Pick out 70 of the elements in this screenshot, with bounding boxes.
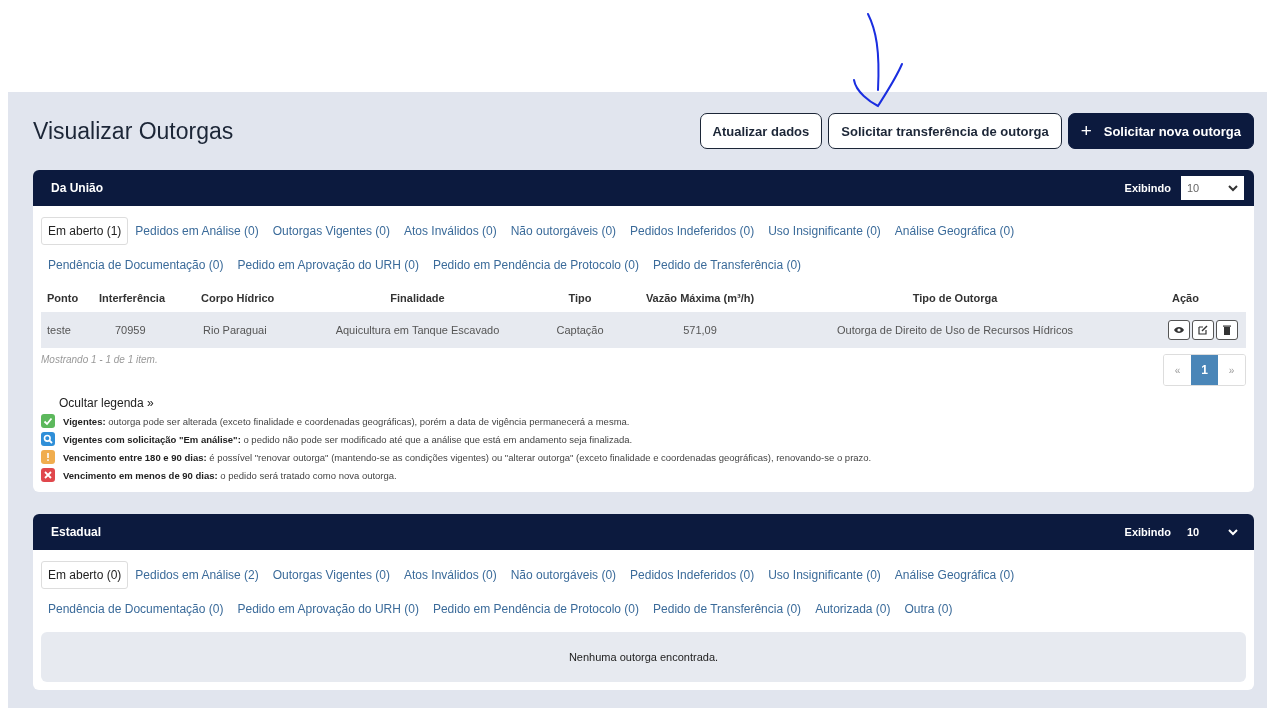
- tab[interactable]: Pedido em Pendência de Protocolo (0): [425, 595, 647, 623]
- tab[interactable]: Pedido em Aprovação do URH (0): [230, 595, 426, 623]
- new-request-button[interactable]: + Solicitar nova outorga: [1067, 113, 1254, 149]
- table-cell: Rio Paraguai: [195, 312, 290, 348]
- edit-button[interactable]: [1192, 320, 1214, 340]
- legend-toggle-link[interactable]: Ocultar legenda »: [59, 396, 1246, 410]
- table-cell: 70959: [93, 312, 195, 348]
- legend-text: Vigentes com solicitação "Em análise": o pedido não pode ser modificado até que a análise que está em andamento seja finalizada.: [63, 433, 633, 445]
- section-title: Da União: [51, 181, 103, 195]
- tab[interactable]: Outra (0): [897, 595, 960, 623]
- column-header: Ação: [1171, 291, 1200, 306]
- tab[interactable]: Análise Geográfica (0): [887, 217, 1022, 245]
- tab[interactable]: Análise Geográfica (0): [887, 561, 1022, 589]
- legend-text: Vencimento em menos de 90 dias: o pedido será tratado como nova outorga.: [63, 469, 397, 481]
- table-cell: 571,09: [615, 312, 785, 348]
- edit-icon: [1197, 324, 1209, 336]
- tab[interactable]: Não outorgáveis (0): [503, 217, 624, 245]
- column-header: Tipo de Outorga: [911, 291, 999, 306]
- tab[interactable]: Pedidos em Análise (2): [128, 561, 266, 589]
- tab[interactable]: Pendência de Documentação (0): [41, 595, 231, 623]
- tab[interactable]: Não outorgáveis (0): [503, 561, 624, 589]
- show-label: Exibindo: [1124, 182, 1171, 194]
- tab[interactable]: Outorgas Vigentes (0): [265, 217, 397, 245]
- column-header: Finalidade: [389, 291, 446, 306]
- show-label: Exibindo: [1124, 526, 1171, 538]
- results-summary: Mostrando 1 - 1 de 1 item.: [41, 354, 158, 365]
- tab[interactable]: Pedido de Transferência (0): [646, 595, 809, 623]
- section-title: Estadual: [51, 525, 101, 539]
- column-header: Corpo Hídrico: [200, 291, 276, 306]
- tab[interactable]: Pedido em Pendência de Protocolo (0): [425, 251, 647, 279]
- tab[interactable]: Outorgas Vigentes (0): [265, 561, 397, 589]
- column-header: Interferência: [98, 291, 167, 306]
- action-button[interactable]: Solicitar transferência de outorga: [828, 113, 1062, 149]
- empty-message: Nenhuma outorga encontrada.: [41, 632, 1246, 682]
- search-icon: [41, 432, 55, 446]
- tab[interactable]: Uso Insignificante (0): [761, 217, 888, 245]
- delete-button[interactable]: [1216, 320, 1238, 340]
- tab[interactable]: Pedido em Aprovação do URH (0): [230, 251, 426, 279]
- tab[interactable]: Atos Inválidos (0): [396, 561, 504, 589]
- page-size-select[interactable]: 10: [1181, 176, 1244, 200]
- page-title: Visualizar Outorgas: [33, 117, 234, 145]
- column-header: Tipo: [567, 291, 593, 306]
- eye-icon: [1173, 324, 1185, 336]
- table-cell: Aquicultura em Tanque Escavado: [290, 312, 545, 348]
- check-icon: [41, 414, 55, 428]
- page-button[interactable]: 1: [1191, 355, 1218, 385]
- legend-text: Vencimento entre 180 e 90 dias: é possível "renovar outorga" (mantendo-se as condições vigentes) ou "alterar outorga" (exceto finalidade e coordenadas geográficas), renovando-se o prazo.: [63, 451, 872, 463]
- table-cell: Captação: [545, 312, 615, 348]
- tab[interactable]: Uso Insignificante (0): [761, 561, 888, 589]
- tab[interactable]: Atos Inválidos (0): [396, 217, 504, 245]
- tab[interactable]: Pedidos em Análise (0): [128, 217, 266, 245]
- view-button[interactable]: [1168, 320, 1190, 340]
- tab[interactable]: Pedidos Indeferidos (0): [623, 217, 762, 245]
- tab[interactable]: Em aberto (1): [41, 217, 129, 245]
- column-header: Vazão Máxima (m³/h): [644, 291, 756, 306]
- action-button[interactable]: Atualizar dados: [699, 113, 823, 149]
- chevron-down-icon: [1228, 528, 1238, 536]
- chevron-down-icon: [1228, 184, 1238, 192]
- legend-text: Vigentes: outorga pode ser alterada (exceto finalidade e coordenadas geográficas), porém a data de vigência permanecerá a mesma.: [63, 415, 630, 427]
- tab[interactable]: Pedidos Indeferidos (0): [623, 561, 762, 589]
- tab[interactable]: Autorizada (0): [808, 595, 898, 623]
- close-icon: [41, 468, 55, 482]
- exclamation-icon: [41, 450, 55, 464]
- tab[interactable]: Pedido de Transferência (0): [646, 251, 809, 279]
- table-cell: teste: [41, 312, 93, 348]
- trash-icon: [1221, 324, 1233, 336]
- column-header: Ponto: [46, 291, 80, 306]
- tab[interactable]: Em aberto (0): [41, 561, 129, 589]
- table-cell: Outorga de Direito de Uso de Recursos Hídricos: [785, 312, 1125, 348]
- tab[interactable]: Pendência de Documentação (0): [41, 251, 231, 279]
